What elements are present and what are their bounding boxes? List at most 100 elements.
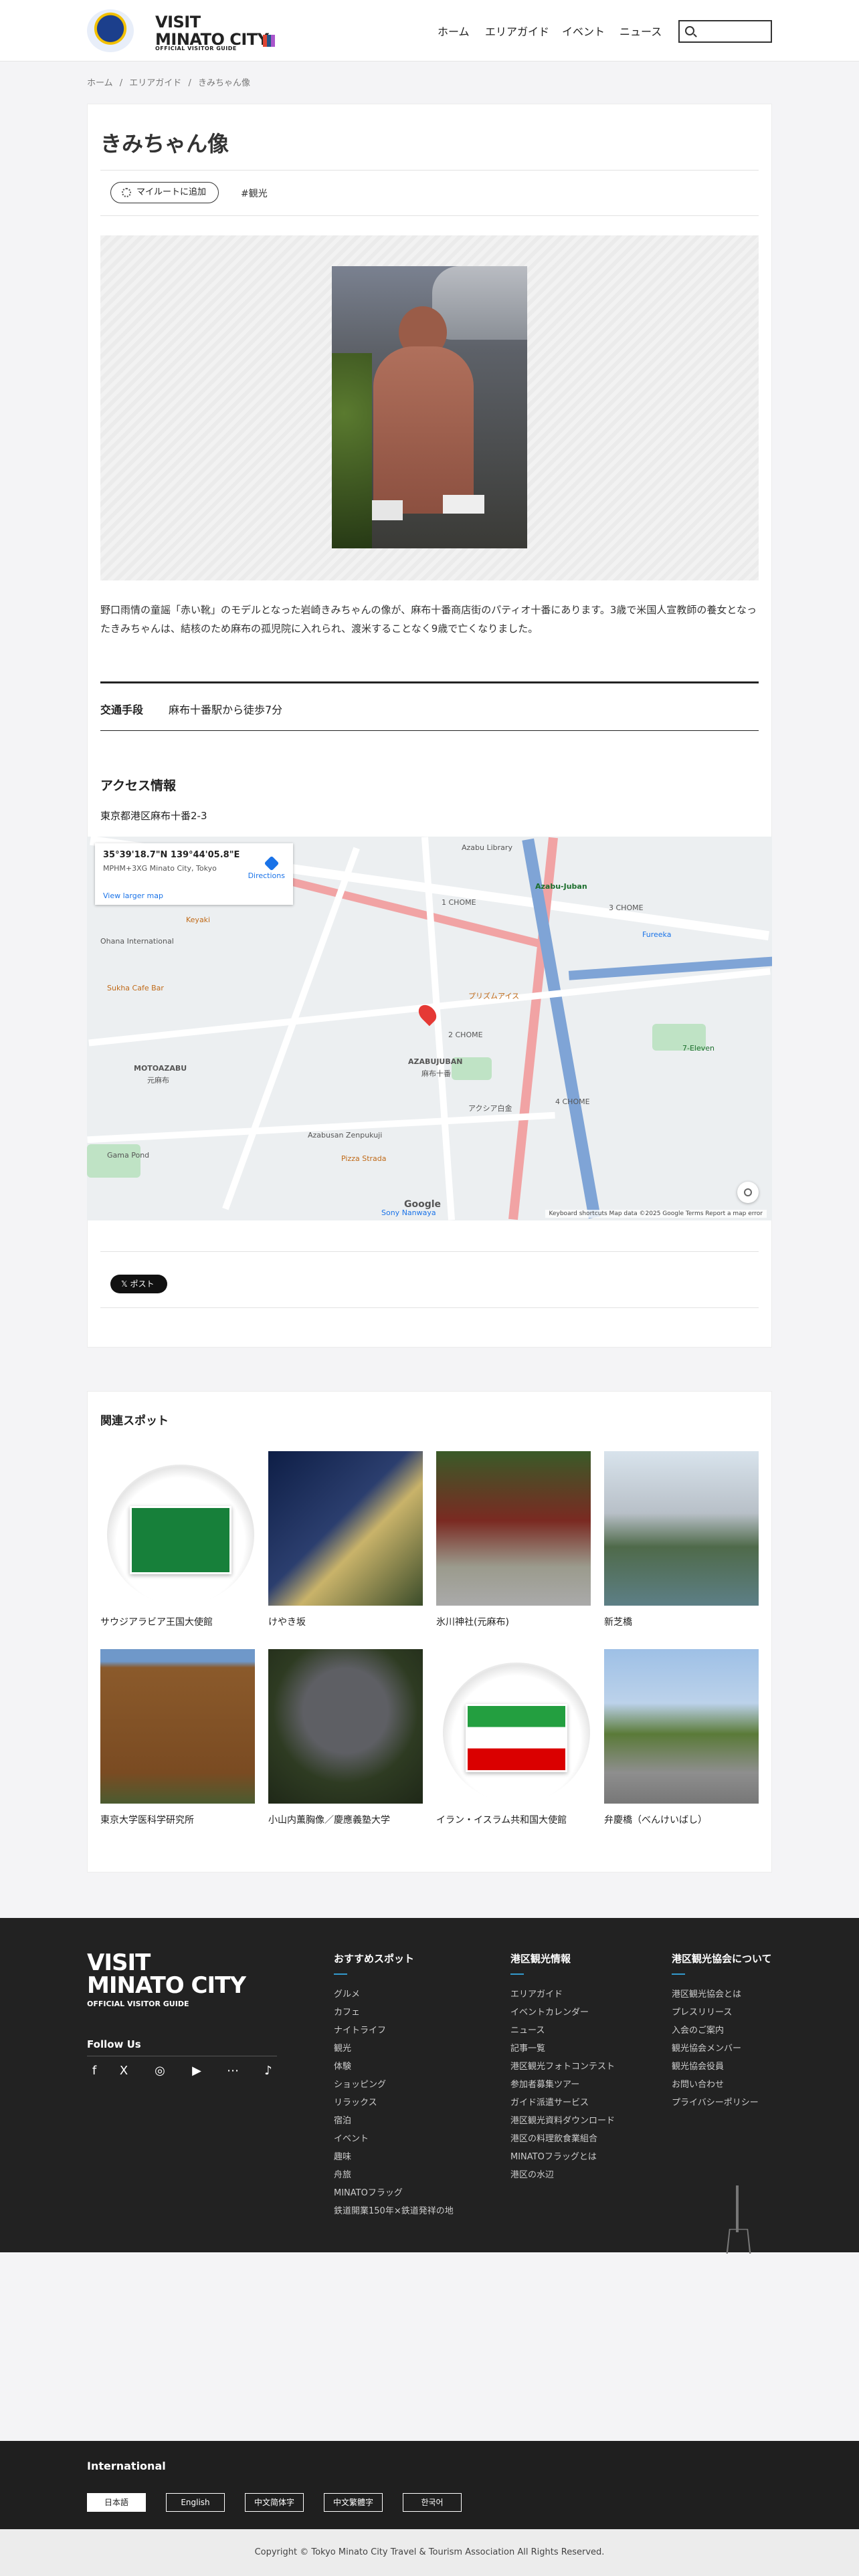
- site-footer: VISIT MINATO CITY OFFICIAL VISITOR GUIDE…: [0, 1918, 859, 2252]
- x-icon[interactable]: X: [116, 2064, 131, 2078]
- footer-link[interactable]: プライバシーポリシー: [672, 2094, 772, 2112]
- footer-link[interactable]: 舟旅: [334, 2166, 454, 2184]
- tiktok-icon[interactable]: ♪: [261, 2064, 276, 2078]
- footer-link[interactable]: MINATOフラッグ: [334, 2184, 454, 2202]
- breadcrumb-home[interactable]: ホーム: [87, 78, 113, 88]
- x-post-button[interactable]: 𝕏 ポスト: [110, 1275, 167, 1293]
- map-label: Ohana International: [100, 937, 174, 946]
- follow-us-heading: Follow Us: [87, 2038, 141, 2050]
- footer-link[interactable]: イベント: [334, 2130, 454, 2148]
- locate-icon[interactable]: [737, 1182, 759, 1203]
- footer-link[interactable]: ナイトライフ: [334, 2022, 454, 2040]
- spot-name: 弁慶橋（べんけいばし）: [604, 1815, 707, 1826]
- related-spot[interactable]: サウジアラビア王国大使館: [100, 1451, 255, 1628]
- nav-news[interactable]: ニュース: [619, 23, 662, 39]
- spot-name: イラン・イスラム共和国大使館: [436, 1815, 567, 1826]
- footer-link[interactable]: 観光協会役員: [672, 2058, 772, 2076]
- footer-link[interactable]: 趣味: [334, 2148, 454, 2166]
- footer-link[interactable]: 観光協会メンバー: [672, 2040, 772, 2058]
- site-logo[interactable]: VISIT MINATO CITY: [155, 13, 269, 48]
- map-label: 2 CHOME: [448, 1031, 483, 1039]
- related-spot[interactable]: 新芝橋: [604, 1451, 759, 1628]
- spot-name: けやき坂: [268, 1617, 306, 1628]
- line-icon[interactable]: ⋯: [225, 2064, 240, 2078]
- spot-image: [100, 1649, 255, 1804]
- footer-link[interactable]: 港区の水辺: [510, 2166, 615, 2184]
- lang-japanese[interactable]: 日本語: [87, 2493, 146, 2512]
- footer-link[interactable]: イベントカレンダー: [510, 2004, 615, 2022]
- related-spot[interactable]: イラン・イスラム共和国大使館: [436, 1649, 591, 1826]
- kimi-chan-statue-photo: [332, 266, 527, 548]
- search-box[interactable]: [678, 20, 772, 43]
- footer-link[interactable]: お問い合わせ: [672, 2076, 772, 2094]
- footer-link[interactable]: 港区観光協会とは: [672, 1985, 772, 2004]
- breadcrumb-area-guide[interactable]: エリアガイド: [129, 78, 181, 88]
- footer-link[interactable]: 鉄道開業150年×鉄道発祥の地: [334, 2202, 454, 2220]
- access-label: 交通手段: [100, 704, 144, 716]
- footer-col-info: 港区観光情報 エリアガイド イベントカレンダー ニュース 記事一覧 港区観光フォ…: [510, 1951, 615, 2184]
- facebook-icon[interactable]: f: [87, 2064, 102, 2078]
- nav-home[interactable]: ホーム: [438, 23, 470, 39]
- breadcrumb-current: きみちゃん像: [197, 78, 250, 88]
- directions-link[interactable]: Directions: [248, 871, 285, 880]
- search-icon[interactable]: [685, 26, 694, 35]
- google-map[interactable]: Azabu Library 1 CHOME Azabu-Juban Keyaki…: [87, 837, 772, 1220]
- lang-korean[interactable]: 한국어: [403, 2493, 462, 2512]
- breadcrumb: ホーム / エリアガイド / きみちゃん像: [87, 78, 250, 88]
- related-spot[interactable]: 氷川神社(元麻布): [436, 1451, 591, 1628]
- footer-link[interactable]: 参加者募集ツアー: [510, 2076, 615, 2094]
- footer-link[interactable]: 港区観光フォトコンテスト: [510, 2058, 615, 2076]
- related-spot[interactable]: 東京大学医科学研究所: [100, 1649, 255, 1826]
- related-spot[interactable]: 弁慶橋（べんけいばし）: [604, 1649, 759, 1826]
- lang-chinese-simplified[interactable]: 中文简体字: [245, 2493, 304, 2512]
- search-input[interactable]: [700, 24, 767, 39]
- footer-link[interactable]: 港区観光資料ダウンロード: [510, 2112, 615, 2130]
- spot-image: [100, 1451, 255, 1606]
- footer-logo[interactable]: VISIT MINATO CITY: [87, 1951, 246, 1997]
- saudi-flag-icon: [130, 1506, 231, 1574]
- access-heading: アクセス情報: [100, 778, 177, 793]
- related-spot[interactable]: けやき坂: [268, 1451, 423, 1628]
- footer-link[interactable]: エリアガイド: [510, 1985, 615, 2004]
- footer-link[interactable]: リラックス: [334, 2094, 454, 2112]
- footer-link[interactable]: 港区の料理飲食業組合: [510, 2130, 615, 2148]
- footer-link[interactable]: 観光: [334, 2040, 454, 2058]
- footer-link[interactable]: 宿泊: [334, 2112, 454, 2130]
- map-label: Azabu Library: [462, 843, 512, 852]
- footer-link[interactable]: ニュース: [510, 2022, 615, 2040]
- map-label: MOTOAZABU: [134, 1064, 187, 1073]
- post-label: ポスト: [130, 1279, 155, 1289]
- divider: [100, 215, 759, 216]
- footer-link[interactable]: グルメ: [334, 1985, 454, 2004]
- footer-link[interactable]: MINATOフラッグとは: [510, 2148, 615, 2166]
- nav-events[interactable]: イベント: [562, 23, 605, 39]
- tokyo-tower-icon: [727, 2185, 748, 2252]
- footer-link[interactable]: ショッピング: [334, 2076, 454, 2094]
- tag-sightseeing[interactable]: #観光: [241, 187, 268, 200]
- footer-logo-subtitle: OFFICIAL VISITOR GUIDE: [87, 2000, 189, 2008]
- lang-chinese-traditional[interactable]: 中文繁體字: [324, 2493, 383, 2512]
- footer-link[interactable]: ガイド派遣サービス: [510, 2094, 615, 2112]
- youtube-icon[interactable]: ▶: [189, 2064, 204, 2078]
- related-spot[interactable]: 小山内薫胸像／慶應義塾大学: [268, 1649, 423, 1826]
- divider: [100, 170, 759, 171]
- map-label: 4 CHOME: [555, 1097, 590, 1106]
- nav-area-guide[interactable]: エリアガイド: [485, 23, 549, 39]
- add-to-my-route-button[interactable]: マイルートに追加: [110, 182, 219, 203]
- footer-link[interactable]: 入会のご案内: [672, 2022, 772, 2040]
- map-footer[interactable]: Keyboard shortcuts Map data ©2025 Google…: [545, 1210, 767, 1218]
- footer-link[interactable]: プレスリリース: [672, 2004, 772, 2022]
- footer-link[interactable]: 記事一覧: [510, 2040, 615, 2058]
- footer-link[interactable]: 体験: [334, 2058, 454, 2076]
- spot-name: 氷川神社(元麻布): [436, 1617, 509, 1628]
- spot-image: [268, 1451, 423, 1606]
- footer-link[interactable]: カフェ: [334, 2004, 454, 2022]
- spot-image: [604, 1451, 759, 1606]
- spot-image: [268, 1649, 423, 1804]
- site-header: VISIT MINATO CITY OFFICIAL VISITOR GUIDE…: [0, 0, 859, 62]
- instagram-icon[interactable]: ◎: [153, 2064, 167, 2078]
- logo-badge-icon[interactable]: [87, 9, 134, 52]
- view-larger-map-link[interactable]: View larger map: [103, 891, 163, 900]
- lang-english[interactable]: English: [166, 2493, 225, 2512]
- page-title: きみちゃん像: [100, 131, 229, 156]
